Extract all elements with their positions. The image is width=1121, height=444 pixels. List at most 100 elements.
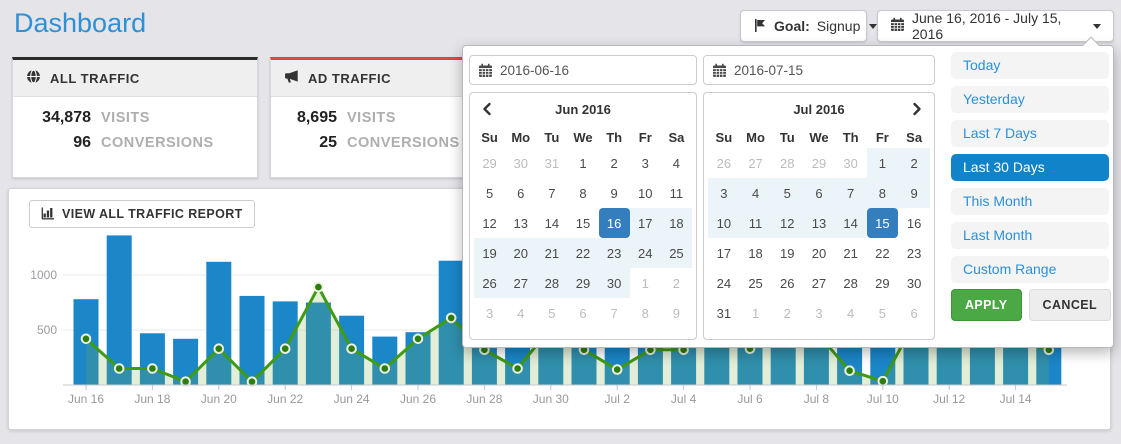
calendar-day[interactable]: 6	[505, 178, 536, 208]
calendar-day[interactable]: 23	[599, 238, 630, 268]
calendar-day[interactable]: 10	[630, 178, 661, 208]
goal-dropdown-button[interactable]: Goal: Signup	[740, 10, 867, 42]
calendar-day[interactable]: 12	[771, 208, 803, 238]
calendar-day[interactable]: 13	[505, 208, 536, 238]
calendar-day[interactable]: 24	[630, 238, 661, 268]
calendar-day[interactable]: 8	[867, 178, 899, 208]
calendar-day[interactable]: 30	[505, 148, 536, 178]
apply-button[interactable]: APPLY	[951, 289, 1022, 321]
preset-custom-range[interactable]: Custom Range	[951, 256, 1109, 283]
calendar-day[interactable]: 20	[803, 238, 835, 268]
calendar-day[interactable]: 9	[898, 178, 930, 208]
calendar-day[interactable]: 27	[803, 268, 835, 298]
calendar-day[interactable]: 31	[708, 298, 740, 328]
preset-this-month[interactable]: This Month	[951, 188, 1109, 215]
calendar-day[interactable]: 4	[505, 298, 536, 328]
preset-last-month[interactable]: Last Month	[951, 222, 1109, 249]
preset-last-7-days[interactable]: Last 7 Days	[951, 120, 1109, 147]
calendar-day[interactable]: 6	[567, 298, 598, 328]
calendar-day[interactable]: 31	[536, 148, 567, 178]
calendar-day[interactable]: 29	[474, 148, 505, 178]
calendar-day[interactable]: 28	[771, 148, 803, 178]
calendar-day[interactable]: 21	[835, 238, 867, 268]
calendar-day[interactable]: 3	[474, 298, 505, 328]
calendar-day[interactable]: 4	[835, 298, 867, 328]
view-all-traffic-report-button[interactable]: VIEW ALL TRAFFIC REPORT	[29, 200, 255, 228]
start-date-input[interactable]	[500, 57, 692, 83]
calendar-day[interactable]: 6	[803, 178, 835, 208]
calendar-day[interactable]: 17	[630, 208, 661, 238]
calendar-day[interactable]: 5	[536, 298, 567, 328]
calendar-day[interactable]: 21	[536, 238, 567, 268]
chevron-left-icon[interactable]	[476, 100, 498, 122]
calendar-day[interactable]: 20	[505, 238, 536, 268]
calendar-day[interactable]: 2	[771, 298, 803, 328]
calendar-day[interactable]: 1	[740, 298, 772, 328]
calendar-day[interactable]: 5	[867, 298, 899, 328]
calendar-day[interactable]: 26	[474, 268, 505, 298]
calendar-day[interactable]: 26	[708, 148, 740, 178]
calendar-day[interactable]: 22	[567, 238, 598, 268]
calendar-day[interactable]: 3	[630, 148, 661, 178]
calendar-day[interactable]: 16	[599, 208, 630, 238]
calendar-day[interactable]: 1	[567, 148, 598, 178]
calendar-day[interactable]: 4	[661, 148, 692, 178]
calendar-day[interactable]: 17	[708, 238, 740, 268]
calendar-day[interactable]: 3	[708, 178, 740, 208]
calendar-day[interactable]: 7	[599, 298, 630, 328]
calendar-day[interactable]: 18	[740, 238, 772, 268]
calendar-day[interactable]: 28	[835, 268, 867, 298]
preset-today[interactable]: Today	[951, 52, 1109, 79]
calendar-day[interactable]: 30	[599, 268, 630, 298]
calendar-day[interactable]: 19	[771, 238, 803, 268]
calendar-day[interactable]: 29	[867, 268, 899, 298]
date-range-button[interactable]: June 16, 2016 - July 15, 2016	[877, 10, 1114, 42]
calendar-day[interactable]: 6	[898, 298, 930, 328]
calendar-day[interactable]: 25	[661, 238, 692, 268]
calendar-day[interactable]: 30	[898, 268, 930, 298]
preset-yesterday[interactable]: Yesterday	[951, 86, 1109, 113]
calendar-day[interactable]: 29	[803, 148, 835, 178]
calendar-day[interactable]: 19	[474, 238, 505, 268]
calendar-day[interactable]: 27	[505, 268, 536, 298]
calendar-day[interactable]: 22	[867, 238, 899, 268]
calendar-day[interactable]: 30	[835, 148, 867, 178]
calendar-day[interactable]: 2	[898, 148, 930, 178]
calendar-day[interactable]: 26	[771, 268, 803, 298]
calendar-day[interactable]: 18	[661, 208, 692, 238]
calendar-day[interactable]: 14	[835, 208, 867, 238]
calendar-day[interactable]: 24	[708, 268, 740, 298]
calendar-day[interactable]: 15	[567, 208, 598, 238]
calendar-day[interactable]: 9	[599, 178, 630, 208]
calendar-day[interactable]: 15	[867, 208, 899, 238]
calendar-day[interactable]: 23	[898, 238, 930, 268]
calendar-day[interactable]: 2	[599, 148, 630, 178]
calendar-day[interactable]: 25	[740, 268, 772, 298]
calendar-day[interactable]: 1	[630, 268, 661, 298]
chevron-right-icon[interactable]	[906, 100, 928, 122]
calendar-day[interactable]: 28	[536, 268, 567, 298]
calendar-day[interactable]: 3	[803, 298, 835, 328]
cancel-button[interactable]: CANCEL	[1029, 289, 1111, 321]
calendar-day[interactable]: 27	[740, 148, 772, 178]
calendar-day[interactable]: 14	[536, 208, 567, 238]
calendar-day[interactable]: 11	[661, 178, 692, 208]
calendar-day[interactable]: 4	[740, 178, 772, 208]
calendar-day[interactable]: 8	[630, 298, 661, 328]
calendar-day[interactable]: 7	[835, 178, 867, 208]
calendar-day[interactable]: 29	[567, 268, 598, 298]
calendar-day[interactable]: 9	[661, 298, 692, 328]
calendar-day[interactable]: 10	[708, 208, 740, 238]
calendar-day[interactable]: 11	[740, 208, 772, 238]
calendar-day[interactable]: 13	[803, 208, 835, 238]
calendar-day[interactable]: 5	[771, 178, 803, 208]
calendar-day[interactable]: 1	[867, 148, 899, 178]
end-date-input[interactable]	[734, 57, 930, 83]
calendar-day[interactable]: 8	[567, 178, 598, 208]
calendar-day[interactable]: 7	[536, 178, 567, 208]
calendar-day[interactable]: 12	[474, 208, 505, 238]
calendar-day[interactable]: 16	[898, 208, 930, 238]
calendar-day[interactable]: 2	[661, 268, 692, 298]
calendar-day[interactable]: 5	[474, 178, 505, 208]
preset-last-30-days[interactable]: Last 30 Days	[951, 154, 1109, 181]
